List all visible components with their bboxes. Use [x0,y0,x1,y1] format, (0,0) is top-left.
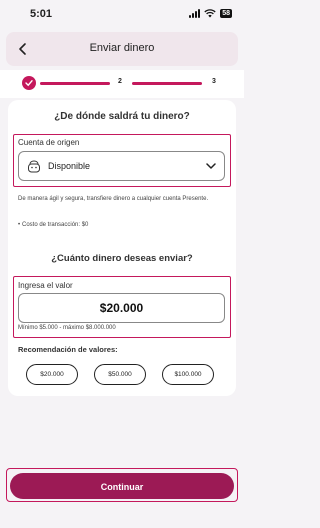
status-icons: 58 [189,9,232,18]
progress-stepper: 2 3 [0,70,244,98]
recommendation-chip[interactable]: $20.000 [26,364,78,385]
transfer-description: De manera ágil y segura, transfiere dine… [18,196,209,202]
recommendations-label: Recomendación de valores: [18,345,118,354]
step-2: 2 [118,78,122,85]
transaction-fee: Costo de transacción: $0 [18,222,88,228]
step-connector-1 [40,82,110,85]
page-title: Enviar dinero [89,42,155,54]
piggy-bank-icon [28,160,40,173]
check-icon [25,80,33,87]
origin-account-select[interactable]: Disponible [18,151,225,181]
step-3: 3 [212,78,216,85]
origin-account-label: Cuenta de origen [18,138,80,147]
signal-icon [189,9,201,18]
status-time: 5:01 [30,8,53,20]
battery-icon: 58 [220,9,232,18]
amount-question: ¿Cuánto dinero deseas enviar? [51,253,193,264]
amount-limits-hint: Mínimo $5.000 - máximo $8.000.000 [18,325,116,331]
recommendation-chip[interactable]: $100.000 [162,364,214,385]
amount-label: Ingresa el valor [18,281,73,290]
origin-question: ¿De dónde saldrá tu dinero? [54,111,190,122]
origin-account-value: Disponible [48,161,91,171]
status-bar: 5:01 58 [0,0,244,28]
chevron-down-icon [206,163,216,169]
step-connector-2 [132,82,202,85]
recommendation-chip[interactable]: $50.000 [94,364,146,385]
step-1-complete [22,76,36,90]
amount-input[interactable]: $20.000 [18,293,225,323]
wifi-icon [204,9,216,18]
continue-button[interactable]: Continuar [10,473,234,499]
header-bar: Enviar dinero [6,32,238,66]
